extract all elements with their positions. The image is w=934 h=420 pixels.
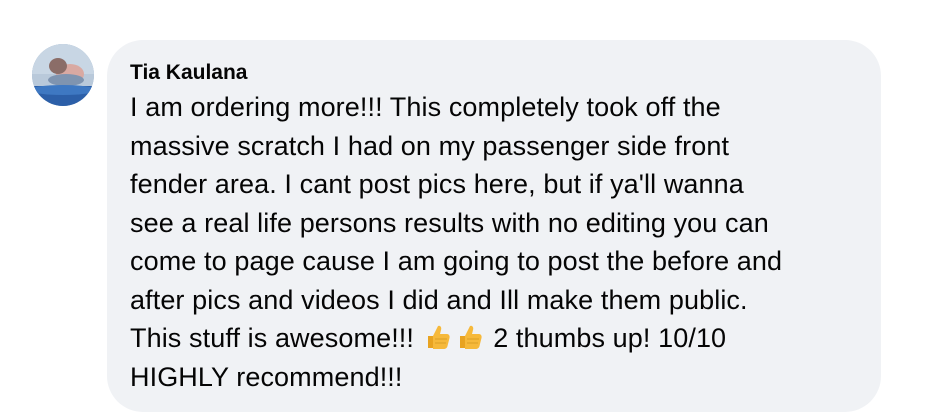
comment-line: HIGHLY recommend!!!	[130, 361, 403, 392]
comment-line: fender area. I cant post pics here, but …	[130, 169, 744, 199]
comment-line-text: 2 thumbs up! 10/10	[485, 323, 727, 353]
comment-line: massive scratch I had on my passenger si…	[130, 130, 730, 161]
comment-line-with-emoji: This stuff is awesome!!! 2 thumbs up! 10…	[130, 319, 857, 358]
avatar-photo	[32, 44, 94, 106]
comment-line: I am ordering more!!! This completely to…	[130, 92, 721, 122]
thumbs-up-icon	[422, 322, 452, 352]
comment-line: after pics and videos I did and Ill make…	[130, 284, 748, 315]
comment-bubble: Tia Kaulana I am ordering more!!! This c…	[107, 40, 881, 412]
author-avatar[interactable]	[32, 44, 94, 106]
comment-author-name[interactable]: Tia Kaulana	[130, 60, 857, 86]
comment-line: see a real life persons results with no …	[130, 207, 769, 238]
comment-line: come to page cause I am going to post th…	[130, 246, 783, 276]
thumbs-up-icon	[454, 322, 484, 352]
comment-text: I am ordering more!!! This completely to…	[130, 88, 857, 396]
comment-line-text: This stuff is awesome!!!	[130, 323, 422, 353]
